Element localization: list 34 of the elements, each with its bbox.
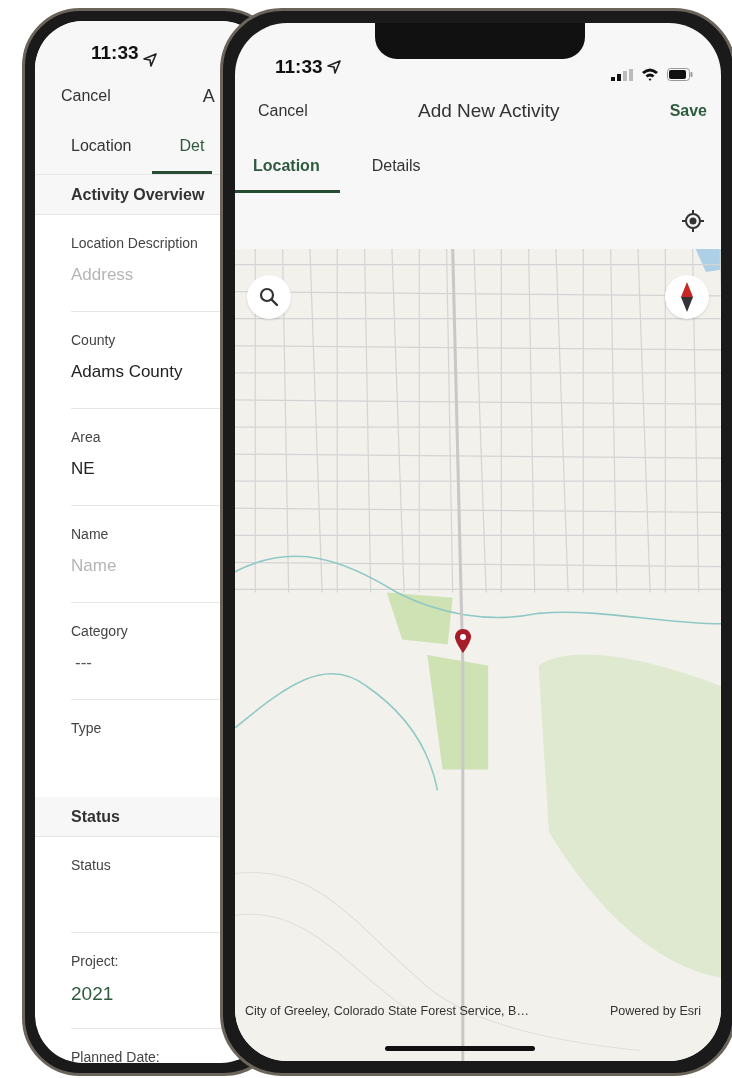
status-time: 11:33 — [91, 40, 139, 65]
location-arrow-icon — [326, 59, 341, 74]
field-label: Planned Date: — [71, 1048, 161, 1063]
field-label: Area — [71, 428, 102, 447]
field-value[interactable]: NE — [71, 456, 95, 482]
wifi-icon — [641, 68, 659, 81]
status-time: 11:33 — [275, 54, 323, 79]
map-attribution: City of Greeley, Colorado State Forest Service, B… — [245, 1003, 529, 1021]
search-icon — [259, 287, 279, 307]
cancel-button[interactable]: Cancel — [258, 99, 308, 123]
screen-title: Add New Activity — [417, 98, 560, 123]
field-label: Project: — [71, 952, 120, 971]
field-label: Status — [71, 856, 112, 875]
signal-icon — [611, 68, 633, 81]
tab[interactable]: Details — [339, 141, 429, 193]
compass-needle-icon — [681, 282, 693, 312]
field-label: Category — [71, 622, 129, 641]
tab[interactable]: Location — [235, 141, 340, 193]
field-value[interactable]: 2021 — [71, 980, 114, 1009]
field-label: Type — [71, 719, 103, 738]
location-arrow-icon — [142, 53, 157, 67]
map-pin-icon — [455, 628, 471, 653]
locate-icon[interactable] — [681, 209, 705, 233]
battery-icon — [667, 68, 693, 81]
field-label: Name — [71, 525, 110, 544]
tab[interactable]: Location — [35, 120, 152, 174]
cancel-button[interactable]: Cancel — [61, 84, 111, 108]
field-value[interactable]: --- — [71, 650, 92, 676]
field-label: County — [71, 331, 117, 350]
save-button[interactable]: Save — [669, 99, 707, 123]
screen-title: A — [202, 84, 215, 108]
map-credit: Powered by Esri — [610, 1003, 701, 1021]
field-value[interactable]: Adams County — [71, 359, 183, 385]
field-label: Location Description — [71, 234, 199, 253]
